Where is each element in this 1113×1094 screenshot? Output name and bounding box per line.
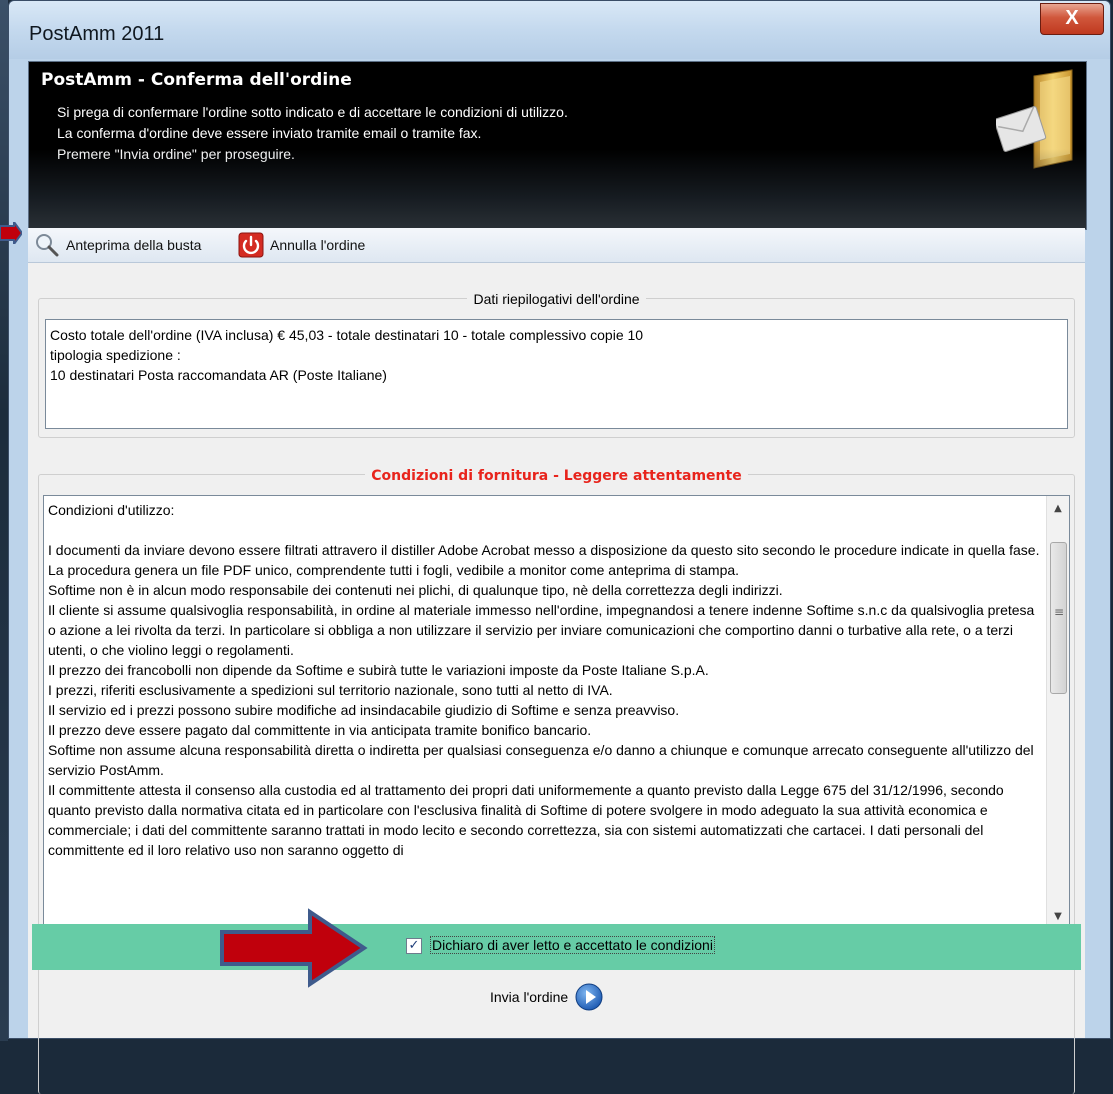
- conditions-paragraph: Il prezzo dei francobolli non dipende da…: [48, 662, 709, 678]
- conditions-legend: Condizioni di fornitura - Leggere attent…: [365, 468, 748, 484]
- preview-envelope-label: Anteprima della busta: [66, 237, 202, 253]
- conditions-paragraph: I prezzi, riferiti esclusivamente a sped…: [48, 682, 613, 698]
- conditions-paragraph: Il committente attesta il consenso alla …: [48, 782, 1004, 858]
- accept-label[interactable]: Dichiaro di aver letto e accettato le co…: [430, 936, 715, 954]
- title-bar: PostAmm 2011 X: [9, 1, 1110, 59]
- annotation-arrow: [220, 908, 368, 988]
- conditions-paragraph: Softime non assume alcuna responsabilità…: [48, 742, 1034, 778]
- order-summary-textbox[interactable]: Costo totale dell'ordine (IVA inclusa) €…: [45, 319, 1068, 429]
- summary-line: 10 destinatari Posta raccomandata AR (Po…: [50, 367, 387, 383]
- accept-checkbox[interactable]: ✓: [406, 938, 422, 954]
- toolbar: Anteprima della busta Annulla l'ordine: [28, 228, 1085, 263]
- conditions-paragraph: Condizioni d'utilizzo:: [48, 502, 175, 518]
- order-summary-legend: Dati riepilogativi dell'ordine: [467, 291, 646, 307]
- header-line: Premere "Invia ordine" per proseguire.: [57, 146, 295, 162]
- magnifier-icon: [36, 234, 59, 257]
- dialog-body: Anteprima della busta Annulla l'ordine D…: [28, 228, 1085, 1094]
- header-line: La conferma d'ordine deve essere inviato…: [57, 125, 482, 141]
- order-summary-group: Dati riepilogativi dell'ordine Costo tot…: [38, 291, 1075, 438]
- conditions-paragraph: Il servizio ed i prezzi possono subire m…: [48, 702, 680, 718]
- scroll-thumb[interactable]: ≡: [1050, 542, 1067, 694]
- cancel-order-button[interactable]: Annulla l'ordine: [238, 232, 365, 258]
- annotation-arrow-left: [0, 222, 22, 244]
- send-order-button[interactable]: Invia l'ordine: [490, 982, 604, 1012]
- conditions-text: Condizioni d'utilizzo: I documenti da in…: [48, 500, 1043, 860]
- scroll-grip-icon: ≡: [1054, 605, 1065, 619]
- header-banner: PostAmm - Conferma dell'ordine Si prega …: [28, 61, 1087, 230]
- folder-envelope-icon: [996, 69, 1073, 169]
- cancel-order-label: Annulla l'ordine: [270, 237, 366, 253]
- summary-line: tipologia spedizione :: [50, 347, 181, 363]
- scroll-up-arrow-icon[interactable]: ▲: [1047, 498, 1069, 520]
- preview-envelope-button[interactable]: Anteprima della busta: [34, 232, 201, 258]
- close-button[interactable]: X: [1040, 3, 1104, 35]
- conditions-paragraph: Softime non è in alcun modo responsabile…: [48, 582, 783, 598]
- window-title: PostAmm 2011: [29, 23, 165, 45]
- power-icon: [238, 232, 264, 258]
- summary-line: Costo totale dell'ordine (IVA inclusa) €…: [50, 327, 644, 343]
- send-order-label: Invia l'ordine: [490, 989, 569, 1005]
- conditions-paragraph: [48, 520, 1043, 540]
- conditions-textbox[interactable]: Condizioni d'utilizzo: I documenti da in…: [43, 495, 1070, 931]
- conditions-paragraph: Il cliente si assume qualsivoglia respon…: [48, 602, 1035, 658]
- play-circle-icon: [575, 983, 603, 1011]
- conditions-scrollbar[interactable]: ▲ ≡ ▼: [1046, 496, 1069, 930]
- desktop-background: [0, 0, 8, 1041]
- conditions-paragraph: I documenti da inviare devono essere fil…: [48, 542, 1040, 558]
- accept-conditions-bar: ✓ Dichiaro di aver letto e accettato le …: [32, 924, 1081, 970]
- header-title: PostAmm - Conferma dell'ordine: [41, 70, 352, 90]
- conditions-paragraph: La procedura genera un file PDF unico, c…: [48, 562, 740, 578]
- header-line: Si prega di confermare l'ordine sotto in…: [57, 104, 568, 120]
- conditions-paragraph: Il prezzo deve essere pagato dal committ…: [48, 722, 592, 738]
